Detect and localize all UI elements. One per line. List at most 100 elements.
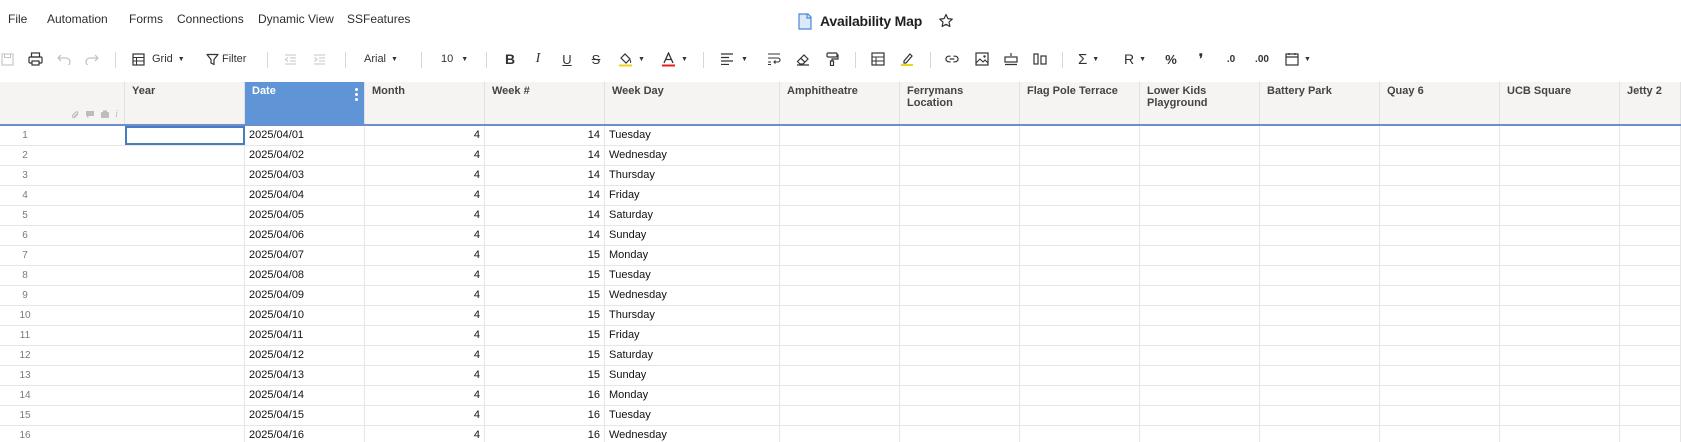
cell-jetty-2[interactable] [1620, 186, 1681, 205]
row-number[interactable]: 8 [8, 270, 42, 281]
format-painter-icon[interactable] [825, 49, 839, 69]
cell-ferrymans-location[interactable] [900, 306, 1020, 325]
cell-date[interactable]: 2025/04/01 [245, 126, 365, 145]
cell-flag-pole-terrace[interactable] [1020, 326, 1140, 345]
wrap-text-icon[interactable] [767, 49, 781, 69]
row-number[interactable]: 16 [8, 430, 42, 441]
cell-week-day[interactable]: Wednesday [605, 146, 780, 165]
column-header-jetty-2[interactable]: Jetty 2 [1620, 82, 1681, 124]
underline-button[interactable]: U [560, 49, 574, 69]
row-number[interactable]: 13 [8, 370, 42, 381]
cell-week-number[interactable]: 14 [485, 126, 605, 145]
cell-week-number[interactable]: 15 [485, 326, 605, 345]
cell-month[interactable]: 4 [365, 406, 485, 425]
cell-year[interactable] [125, 206, 245, 225]
cell-ucb-square[interactable] [1500, 326, 1620, 345]
cell-battery-park[interactable] [1260, 166, 1380, 185]
cell-week-number[interactable]: 15 [485, 366, 605, 385]
menu-forms[interactable]: Forms [129, 12, 163, 26]
cell-lower-kids-playground[interactable] [1140, 206, 1260, 225]
sum-dropdown[interactable]: Σ ▼ [1078, 49, 1106, 69]
cell-amphitheatre[interactable] [780, 386, 900, 405]
row-number[interactable]: 12 [8, 350, 42, 361]
cell-jetty-2[interactable] [1620, 166, 1681, 185]
fill-color-button[interactable]: ▼ [618, 49, 648, 69]
cell-week-number[interactable]: 15 [485, 306, 605, 325]
italic-button[interactable]: I [531, 49, 545, 69]
cell-flag-pole-terrace[interactable] [1020, 186, 1140, 205]
cell-year[interactable] [125, 426, 245, 442]
cell-week-day[interactable]: Wednesday [605, 286, 780, 305]
text-color-button[interactable]: ▼ [661, 49, 691, 69]
cell-year[interactable] [125, 186, 245, 205]
cell-week-day[interactable]: Friday [605, 326, 780, 345]
percent-button[interactable]: % [1164, 49, 1178, 69]
increase-decimal-button[interactable]: .00 [1251, 49, 1273, 69]
cell-ucb-square[interactable] [1500, 406, 1620, 425]
undo-icon[interactable] [56, 49, 72, 69]
cell-year[interactable] [125, 326, 245, 345]
cell-battery-park[interactable] [1260, 206, 1380, 225]
cell-quay-6[interactable] [1380, 266, 1500, 285]
cell-month[interactable]: 4 [365, 186, 485, 205]
cell-month[interactable]: 4 [365, 266, 485, 285]
row-number[interactable]: 14 [8, 390, 42, 401]
cell-date[interactable]: 2025/04/07 [245, 246, 365, 265]
cell-quay-6[interactable] [1380, 246, 1500, 265]
cell-ucb-square[interactable] [1500, 146, 1620, 165]
image-icon[interactable] [975, 49, 989, 69]
menu-file[interactable]: File [8, 12, 27, 26]
cell-battery-park[interactable] [1260, 426, 1380, 442]
column-menu-icon[interactable] [355, 88, 358, 103]
cell-quay-6[interactable] [1380, 306, 1500, 325]
highlight-icon[interactable] [900, 49, 914, 69]
cell-week-day[interactable]: Monday [605, 246, 780, 265]
sheet-title[interactable]: Availability Map [820, 13, 922, 29]
cell-amphitheatre[interactable] [780, 266, 900, 285]
cell-quay-6[interactable] [1380, 406, 1500, 425]
view-grid-dropdown[interactable]: Grid ▼ [132, 49, 192, 69]
cell-year[interactable] [125, 386, 245, 405]
cell-jetty-2[interactable] [1620, 206, 1681, 225]
cell-week-day[interactable]: Wednesday [605, 426, 780, 442]
column-header-flag-pole-terrace[interactable]: Flag Pole Terrace [1020, 82, 1140, 124]
print-icon[interactable] [27, 49, 43, 69]
cell-ferrymans-location[interactable] [900, 246, 1020, 265]
cell-battery-park[interactable] [1260, 366, 1380, 385]
cell-ferrymans-location[interactable] [900, 226, 1020, 245]
cell-week-day[interactable]: Tuesday [605, 126, 780, 145]
menu-ssfeatures[interactable]: SSFeatures [347, 12, 410, 26]
cell-week-number[interactable]: 15 [485, 346, 605, 365]
cell-ucb-square[interactable] [1500, 206, 1620, 225]
cell-week-day[interactable]: Tuesday [605, 266, 780, 285]
cell-year[interactable] [125, 166, 245, 185]
cell-flag-pole-terrace[interactable] [1020, 426, 1140, 442]
row-number[interactable]: 4 [8, 190, 42, 201]
cell-month[interactable]: 4 [365, 226, 485, 245]
cell-month[interactable]: 4 [365, 306, 485, 325]
cell-battery-park[interactable] [1260, 246, 1380, 265]
filter-button[interactable]: Filter [206, 49, 252, 69]
cell-quay-6[interactable] [1380, 386, 1500, 405]
cell-week-day[interactable]: Thursday [605, 306, 780, 325]
cell-jetty-2[interactable] [1620, 266, 1681, 285]
cell-ferrymans-location[interactable] [900, 286, 1020, 305]
cell-month[interactable]: 4 [365, 286, 485, 305]
row-number[interactable]: 6 [8, 230, 42, 241]
cell-year[interactable] [125, 266, 245, 285]
cell-date[interactable]: 2025/04/05 [245, 206, 365, 225]
cell-battery-park[interactable] [1260, 386, 1380, 405]
cell-ferrymans-location[interactable] [900, 346, 1020, 365]
cell-week-number[interactable]: 14 [485, 146, 605, 165]
cell-lower-kids-playground[interactable] [1140, 406, 1260, 425]
cell-battery-park[interactable] [1260, 326, 1380, 345]
menu-automation[interactable]: Automation [47, 12, 108, 26]
cell-month[interactable]: 4 [365, 246, 485, 265]
cell-week-number[interactable]: 15 [485, 286, 605, 305]
redo-icon[interactable] [84, 49, 100, 69]
cell-date[interactable]: 2025/04/16 [245, 426, 365, 442]
cell-date[interactable]: 2025/04/12 [245, 346, 365, 365]
cell-jetty-2[interactable] [1620, 406, 1681, 425]
cell-date[interactable]: 2025/04/06 [245, 226, 365, 245]
cell-battery-park[interactable] [1260, 346, 1380, 365]
